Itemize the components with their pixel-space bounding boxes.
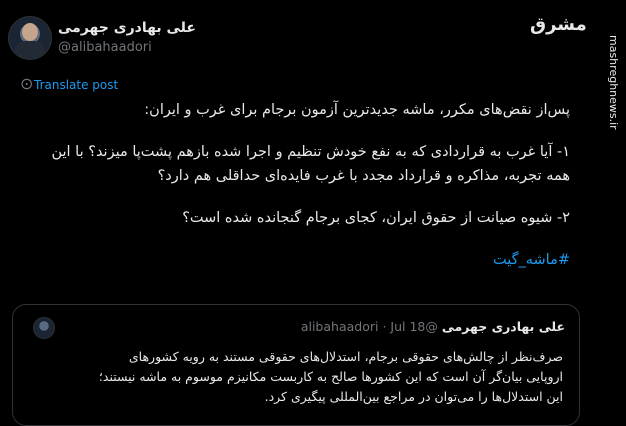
tweet-line: ۲- شیوه صیانت از حقوق ایران، کجای برجام … [182, 210, 570, 226]
more-dots-icon[interactable]: ⊙ [20, 74, 34, 93]
tweet-text: پس‌از نقض‌های مکرر، ماشه جدیدترین آزمون … [12, 98, 570, 272]
tweet-line: همه تجربه، مذاکره و قرارداد مجدد با غرب … [157, 168, 570, 184]
quoted-author-avatar [33, 317, 55, 339]
quoted-text: صرف‌نظر از چالش‌های حقوقی برجام، استدلال… [31, 347, 563, 407]
author-name[interactable]: علی بهادری جهرمی [58, 20, 196, 36]
avatar-face [22, 23, 38, 41]
quoted-line: صرف‌نظر از چالش‌های حقوقی برجام، استدلال… [128, 349, 563, 364]
quoted-line: این استدلال‌ها را می‌توان در مراجع بین‌ا… [264, 389, 563, 404]
avatar-suit [15, 41, 45, 59]
quoted-author-name: علی بهادری جهرمی [441, 319, 565, 334]
tweet-line: پس‌از نقض‌های مکرر، ماشه جدیدترین آزمون … [144, 102, 570, 118]
hashtag-link[interactable]: #ماشه_گیت [12, 248, 570, 272]
quoted-tweet[interactable]: علی بهادری جهرمی @alibahaadori · Jul 18 … [12, 304, 580, 426]
tweet-header: علی بهادری جهرمی @alibahaadori مشرق [0, 0, 626, 72]
mashregh-logo: مشرق [530, 14, 587, 35]
quoted-header: علی بهادری جهرمی @alibahaadori · Jul 18 [245, 319, 565, 337]
tweet-line: ۱- آیا غرب به قراردادی که به نفع خودش تن… [51, 144, 570, 160]
author-avatar[interactable] [8, 16, 52, 60]
site-watermark: mashreghnews.ir [607, 35, 620, 130]
quoted-line: اروپایی بیان‌گر آن است که این کشورها صال… [98, 369, 563, 384]
translate-link[interactable]: Translate post [34, 78, 118, 92]
quoted-date: Jul 18 [390, 319, 426, 334]
author-handle[interactable]: @alibahaadori [58, 40, 152, 55]
quoted-separator: · [382, 319, 387, 334]
